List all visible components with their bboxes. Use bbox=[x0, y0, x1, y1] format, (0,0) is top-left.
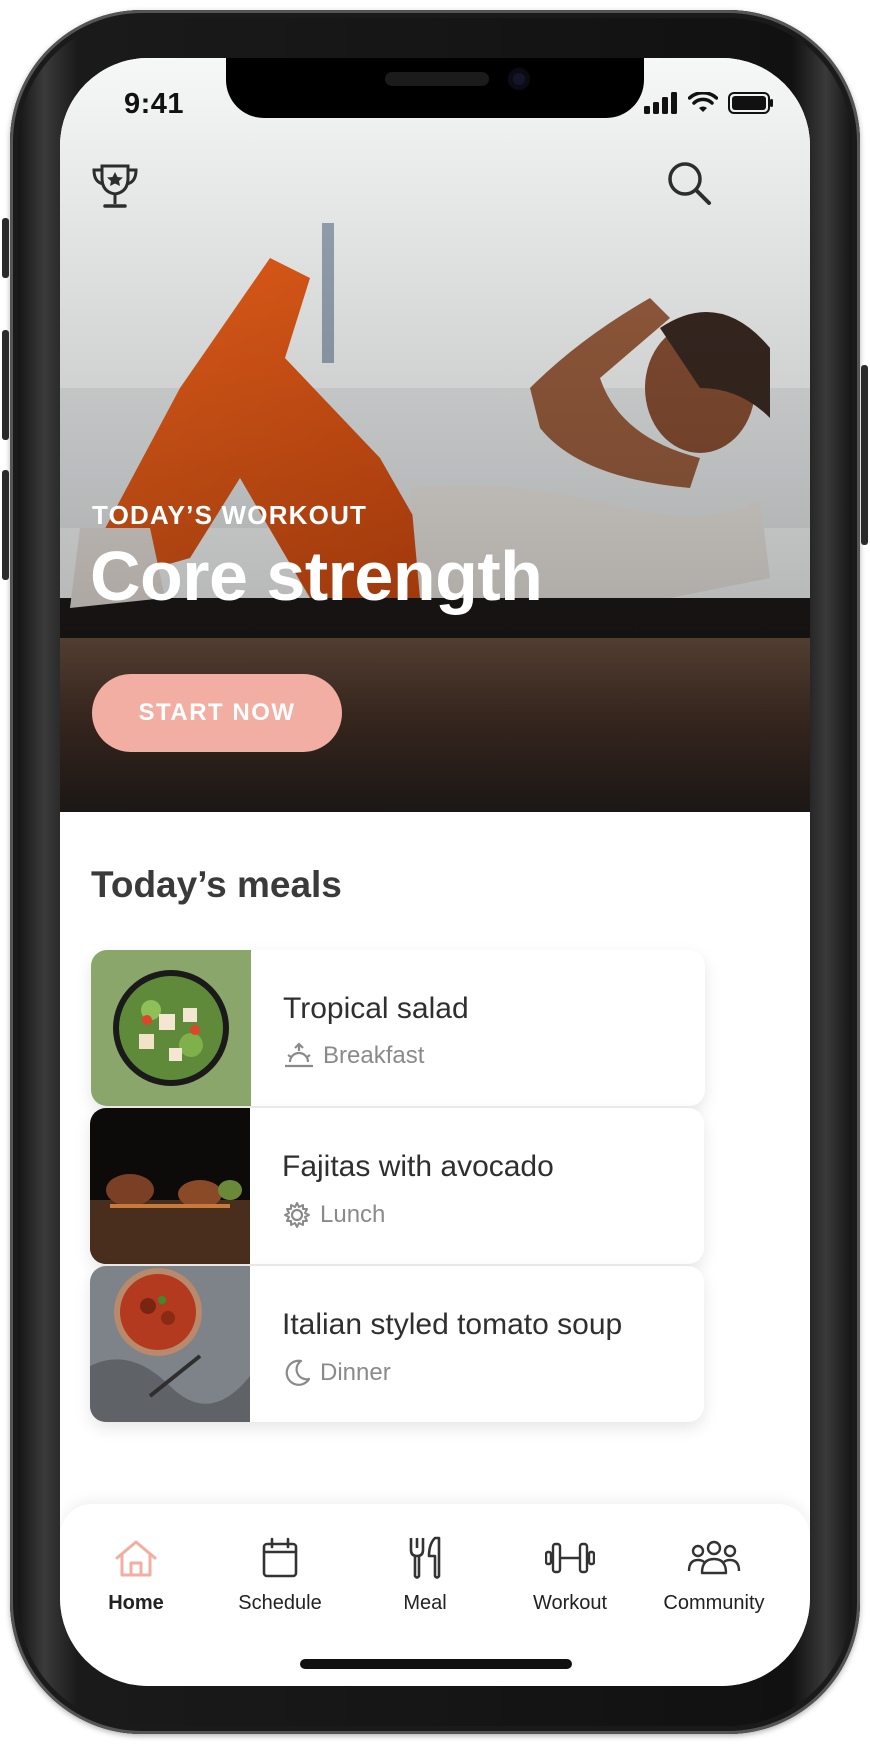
meal-name: Fajitas with avocado bbox=[282, 1150, 554, 1183]
meal-card-breakfast[interactable]: Tropical salad Breakfast bbox=[91, 950, 705, 1106]
dumbbell-icon bbox=[545, 1542, 595, 1574]
tab-workout[interactable]: Workout bbox=[500, 1534, 640, 1615]
meal-type: Lunch bbox=[282, 1200, 385, 1230]
tab-home[interactable]: Home bbox=[66, 1534, 206, 1615]
tab-label: Schedule bbox=[238, 1592, 322, 1614]
battery-icon bbox=[728, 92, 773, 114]
tab-schedule[interactable]: Schedule bbox=[210, 1534, 350, 1615]
status-icons bbox=[644, 92, 774, 114]
notch bbox=[226, 58, 644, 118]
meal-thumbnail-fajitas bbox=[90, 1108, 250, 1264]
meal-type-label: Lunch bbox=[320, 1201, 386, 1228]
cellular-signal-icon bbox=[644, 92, 677, 114]
tab-label: Home bbox=[108, 1592, 164, 1614]
meal-thumbnail-salad bbox=[91, 950, 251, 1106]
wifi-icon bbox=[688, 92, 718, 112]
tab-community[interactable]: Community bbox=[644, 1534, 784, 1615]
meals-section-title: Today’s meals bbox=[91, 864, 342, 905]
sunrise-icon bbox=[285, 1042, 313, 1068]
power-button bbox=[861, 365, 868, 545]
home-icon bbox=[115, 1540, 157, 1577]
meal-type: Dinner bbox=[282, 1358, 391, 1388]
search-icon[interactable] bbox=[666, 160, 712, 206]
meal-thumbnail-soup bbox=[90, 1266, 250, 1422]
tab-label: Meal bbox=[403, 1592, 447, 1614]
tab-label: Workout bbox=[532, 1592, 608, 1614]
calendar-icon bbox=[262, 1537, 298, 1578]
meal-type-label: Dinner bbox=[320, 1359, 391, 1386]
mute-switch bbox=[2, 218, 9, 278]
trophy-icon[interactable] bbox=[90, 162, 140, 210]
moon-icon bbox=[285, 1359, 311, 1386]
status-time: 9:41 bbox=[124, 88, 185, 120]
hero-title: Core strength bbox=[90, 537, 543, 615]
utensils-icon bbox=[409, 1536, 441, 1579]
start-now-button[interactable]: START NOW bbox=[92, 674, 342, 752]
people-icon bbox=[687, 1540, 741, 1575]
hero-banner: TODAY’S WORKOUT Core strength START NOW bbox=[60, 58, 810, 812]
screen: 9:41 TODAY’S WORKOUT Core strength START… bbox=[60, 58, 810, 1686]
meal-type-label: Breakfast bbox=[323, 1042, 425, 1069]
sun-gear-icon bbox=[284, 1202, 310, 1228]
meal-name: Tropical salad bbox=[283, 992, 469, 1025]
meal-name: Italian styled tomato soup bbox=[282, 1308, 623, 1341]
volume-up-button bbox=[2, 330, 9, 440]
home-indicator bbox=[300, 1659, 572, 1669]
tab-label: Community bbox=[663, 1592, 765, 1614]
tab-meal[interactable]: Meal bbox=[355, 1534, 495, 1615]
meal-card-lunch[interactable]: Fajitas with avocado Lunch bbox=[90, 1108, 704, 1264]
meal-card-dinner[interactable]: Italian styled tomato soup Dinner bbox=[90, 1266, 704, 1422]
hero-eyebrow: TODAY’S WORKOUT bbox=[92, 500, 368, 530]
volume-down-button bbox=[2, 470, 9, 580]
front-camera bbox=[508, 68, 530, 90]
speaker bbox=[385, 72, 489, 86]
meal-type: Breakfast bbox=[283, 1042, 424, 1070]
